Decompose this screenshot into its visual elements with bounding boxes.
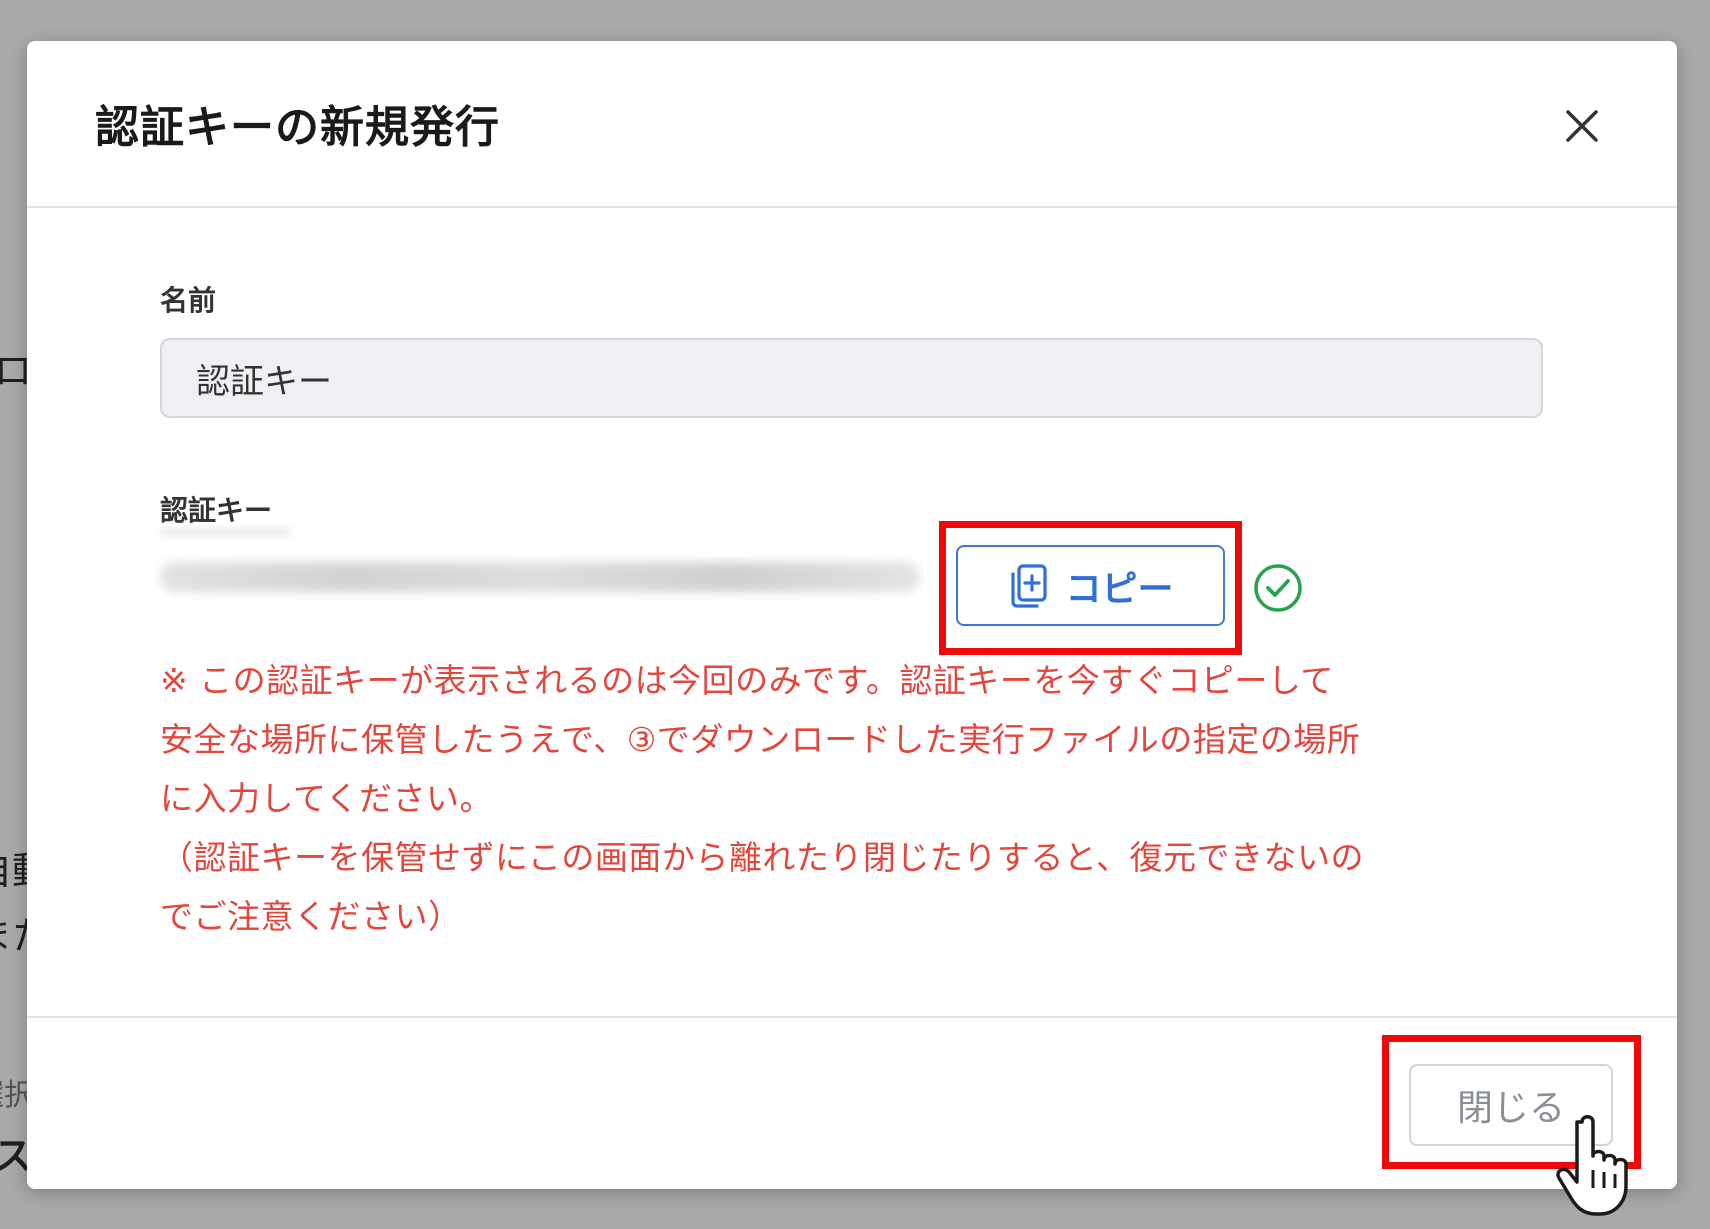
close-icon[interactable] [1557, 101, 1607, 151]
copy-button-label: コピー [1065, 568, 1174, 610]
warning-line: ※ この認証キーが表示されるのは今回のみです。認証キーを今すぐコピーして [160, 661, 1334, 700]
check-circle-icon [1253, 563, 1303, 613]
label-blur-tail [160, 528, 290, 536]
copy-document-icon [1007, 562, 1051, 610]
auth-key-value-redacted [160, 562, 920, 592]
warning-line: 安全な場所に保管したうえで、③でダウンロードした実行ファイルの指定の場所 [160, 720, 1361, 759]
name-field-label: 名前 [160, 284, 217, 317]
dialog-title: 認証キーの新規発行 [95, 102, 500, 153]
close-button[interactable]: 閉じる [1409, 1064, 1613, 1146]
issue-auth-key-dialog: 認証キーの新規発行 名前 認証キー コピー ※ この認証キー [27, 41, 1677, 1189]
warning-line: （認証キーを保管せずにこの画面から離れたり閉じたりすると、復元できないの [160, 838, 1365, 877]
warning-line: に入力してください。 [160, 779, 494, 818]
copy-button[interactable]: コピー [956, 545, 1225, 626]
warning-line: でご注意ください） [160, 897, 462, 936]
name-field[interactable] [160, 338, 1543, 418]
dialog-header: 認証キーの新規発行 [27, 41, 1677, 208]
auth-key-warning: ※ この認証キーが表示されるのは今回のみです。認証キーを今すぐコピーして 安全な… [160, 651, 1550, 946]
auth-key-label: 認証キー [160, 494, 273, 527]
footer-divider [27, 1016, 1677, 1018]
